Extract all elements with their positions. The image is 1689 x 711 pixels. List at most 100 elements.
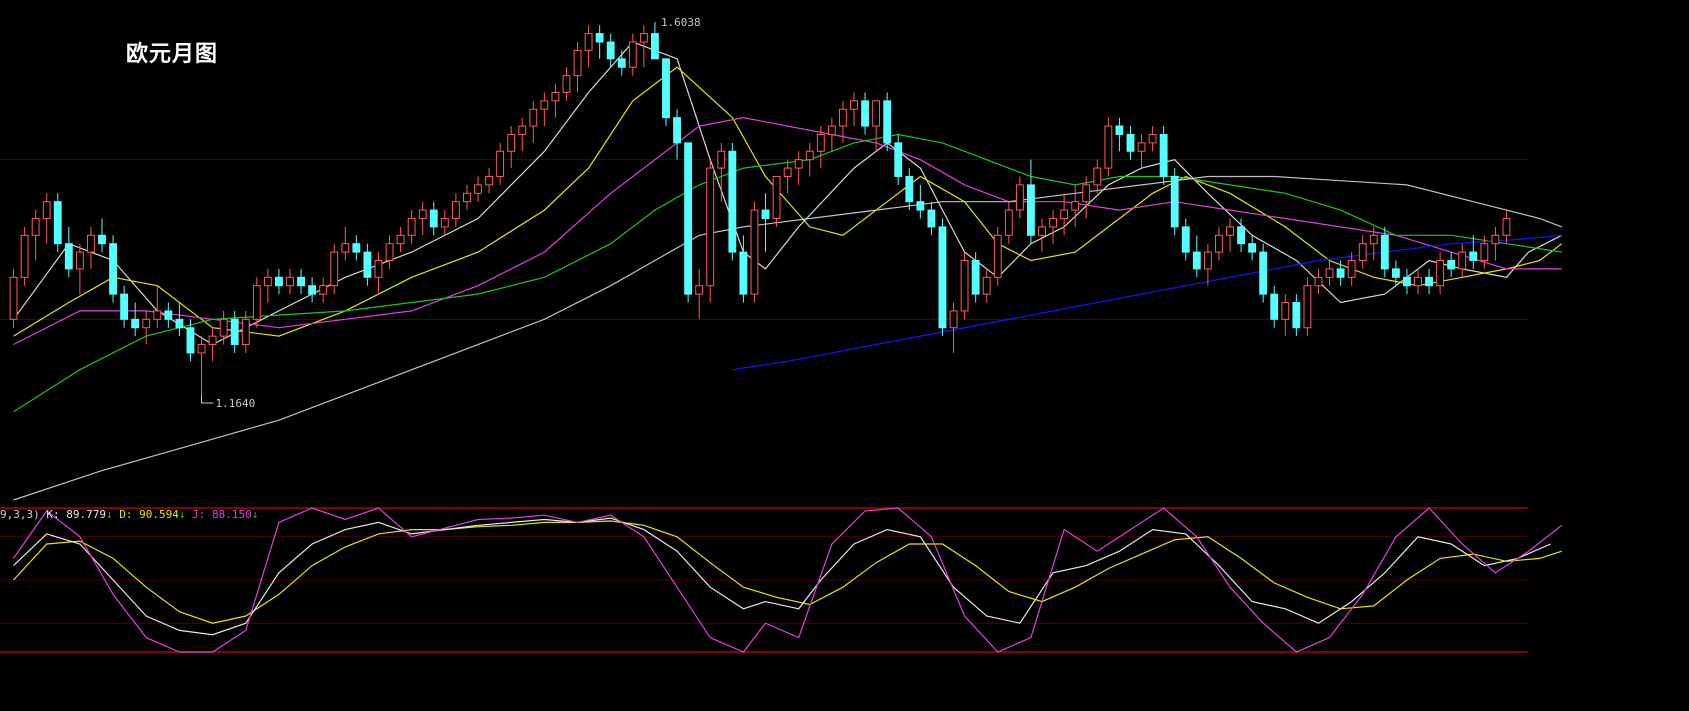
ma-line-2 bbox=[13, 66, 1563, 337]
candle-body bbox=[241, 318, 250, 346]
candle-body bbox=[1303, 285, 1312, 329]
candle bbox=[396, 226, 405, 253]
candle bbox=[1414, 268, 1422, 295]
candle bbox=[927, 201, 936, 236]
candle bbox=[131, 302, 140, 337]
candle-body bbox=[1325, 268, 1334, 278]
candle bbox=[551, 84, 560, 118]
candle-body bbox=[1436, 260, 1445, 287]
candle bbox=[98, 218, 106, 253]
candle bbox=[53, 193, 62, 253]
candle bbox=[971, 252, 980, 303]
candle-body bbox=[839, 108, 847, 127]
candle bbox=[850, 92, 858, 127]
candle-body bbox=[982, 276, 991, 295]
candle-body bbox=[219, 318, 228, 337]
candle bbox=[1115, 117, 1124, 152]
candle bbox=[20, 226, 29, 286]
candle-body bbox=[805, 150, 814, 161]
candle bbox=[562, 67, 571, 101]
candle bbox=[827, 117, 836, 152]
candle-body bbox=[761, 209, 770, 219]
candle bbox=[297, 268, 305, 295]
candle bbox=[9, 268, 18, 328]
candle-body bbox=[562, 75, 571, 93]
candle-body bbox=[1181, 226, 1190, 253]
candle bbox=[662, 58, 670, 127]
chart-title: 欧元月图 bbox=[126, 42, 219, 67]
kdj-j-arrow: ↓ bbox=[251, 508, 259, 521]
candle-body bbox=[1060, 209, 1069, 219]
candle bbox=[1447, 252, 1456, 278]
candle-body bbox=[617, 58, 626, 68]
candle bbox=[1027, 159, 1035, 244]
candle bbox=[308, 277, 317, 303]
candle bbox=[750, 201, 759, 303]
low-marker bbox=[201, 394, 214, 404]
candle bbox=[1502, 210, 1511, 244]
candle bbox=[1203, 243, 1212, 286]
candle-body bbox=[330, 251, 339, 287]
candle-body bbox=[1192, 251, 1201, 270]
candle bbox=[1281, 294, 1290, 337]
candle-body bbox=[1314, 276, 1323, 287]
ma-line-6 bbox=[732, 234, 1562, 371]
candle-body bbox=[794, 159, 803, 169]
candle bbox=[451, 193, 460, 227]
candle bbox=[695, 268, 704, 320]
candle bbox=[1093, 159, 1102, 194]
candle bbox=[1049, 210, 1057, 244]
candle-body bbox=[1491, 234, 1500, 245]
candle-body bbox=[64, 243, 73, 270]
candle-body bbox=[529, 108, 538, 127]
candle-body bbox=[263, 276, 272, 287]
candle-body bbox=[706, 167, 715, 287]
candle bbox=[916, 184, 925, 219]
candle bbox=[429, 201, 438, 236]
candle-body bbox=[1248, 243, 1257, 253]
candle bbox=[153, 285, 162, 328]
candle bbox=[164, 302, 173, 328]
candle-body bbox=[1082, 184, 1091, 203]
candle-body bbox=[949, 310, 958, 329]
candle-body bbox=[385, 243, 394, 262]
candle bbox=[1248, 235, 1257, 261]
candle-body bbox=[1259, 251, 1268, 295]
candle bbox=[1491, 226, 1500, 261]
candle-body bbox=[53, 201, 62, 245]
candle bbox=[1259, 243, 1268, 303]
candle bbox=[1060, 193, 1069, 236]
candle-body bbox=[695, 285, 704, 295]
candle-body bbox=[960, 260, 969, 312]
candle bbox=[1469, 235, 1478, 269]
candle-body bbox=[540, 100, 549, 110]
candle-body bbox=[1347, 260, 1356, 278]
candle bbox=[175, 302, 184, 337]
kdj-d-value: D: 90.594 bbox=[119, 508, 179, 521]
candle-body bbox=[905, 175, 914, 203]
reference-lines bbox=[0, 159, 1528, 320]
candle bbox=[1159, 126, 1168, 185]
candle-body bbox=[496, 150, 505, 177]
candle bbox=[706, 159, 715, 303]
candle-body bbox=[1170, 175, 1179, 228]
candle bbox=[573, 42, 582, 93]
candle-body bbox=[1270, 293, 1279, 320]
candle bbox=[87, 226, 95, 269]
candle-body bbox=[485, 175, 493, 186]
candle-body bbox=[275, 276, 283, 287]
candle-body bbox=[87, 234, 95, 253]
candle-body bbox=[42, 201, 51, 219]
candle bbox=[286, 268, 294, 295]
candle-body bbox=[1480, 243, 1489, 262]
candle bbox=[529, 100, 538, 143]
candle-body bbox=[297, 276, 305, 287]
candle bbox=[1137, 134, 1146, 169]
candle-body bbox=[1148, 133, 1157, 144]
candle bbox=[584, 25, 593, 68]
candle bbox=[440, 210, 449, 236]
candles bbox=[9, 21, 1511, 395]
candle bbox=[1071, 184, 1080, 227]
candle bbox=[330, 243, 339, 295]
candle bbox=[1458, 243, 1467, 278]
